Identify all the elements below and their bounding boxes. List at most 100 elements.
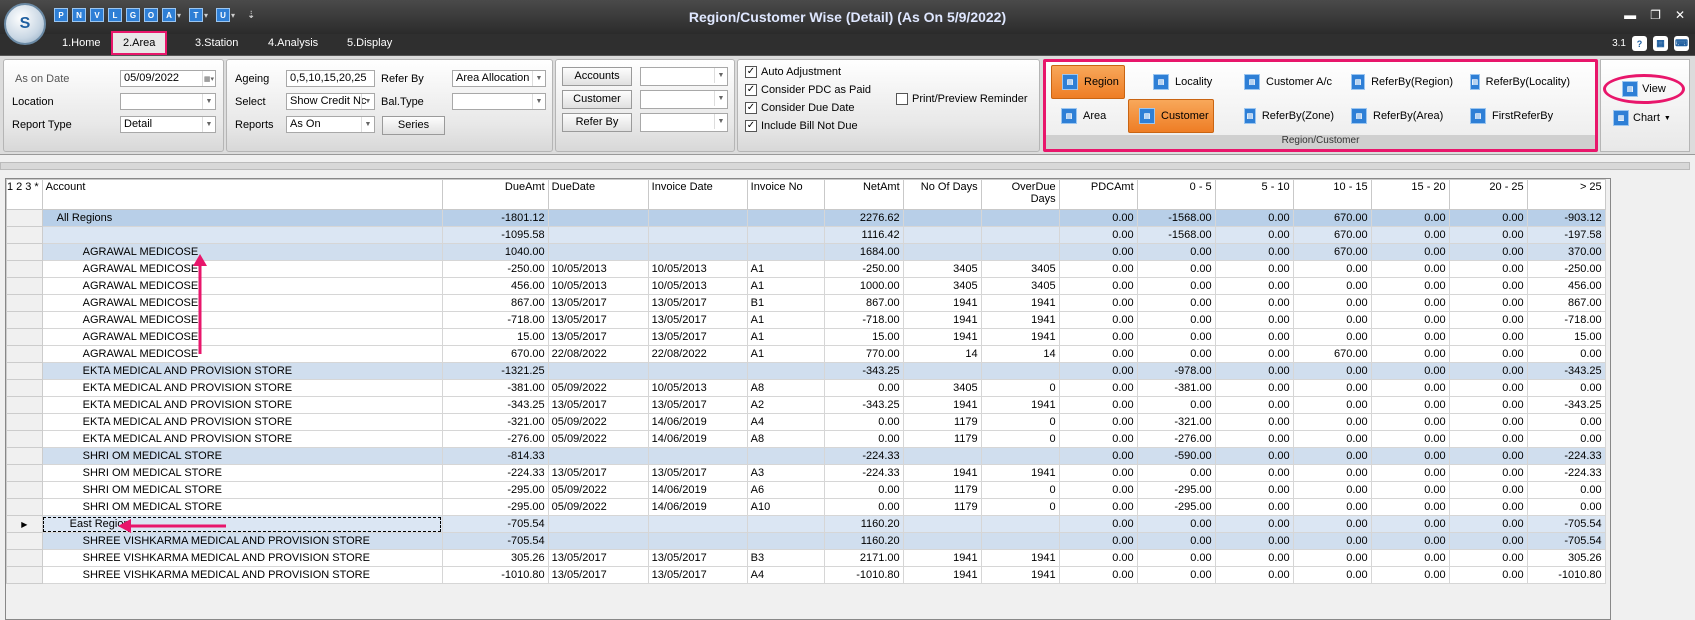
chevron-down-icon[interactable]: ▼ (714, 114, 727, 129)
bal-type-dropdown[interactable]: ▼ (452, 93, 546, 110)
keyboard-icon[interactable]: ⌨ (1674, 36, 1689, 51)
refer-by-button[interactable]: Refer By (562, 113, 632, 132)
chevron-down-icon[interactable]: ▼ (361, 94, 374, 109)
row-indicator[interactable] (6, 430, 43, 448)
row-indicator[interactable] (6, 209, 43, 227)
row-indicator[interactable] (6, 260, 43, 278)
row-indicator[interactable] (6, 362, 43, 380)
table-row[interactable]: SHREE VISHKARMA MEDICAL AND PROVISION ST… (6, 549, 1606, 567)
row-indicator[interactable] (6, 277, 43, 295)
column-header[interactable]: OverDue Days (980, 179, 1060, 210)
table-row[interactable]: AGRAWAL MEDICOSE 15.00 13/05/2017 13/05/201… (6, 328, 1606, 346)
column-header[interactable]: Invoice No (746, 179, 825, 210)
include-bill-checkbox[interactable]: ✓ Include Bill Not Due (745, 120, 858, 132)
rc-button-customer[interactable]: ▤ Customer (1128, 99, 1214, 133)
group-level-header[interactable]: 1 2 3 * (6, 179, 43, 210)
table-row[interactable]: SHRI OM MEDICAL STORE -295.00 05/09/2022 14… (6, 498, 1606, 516)
rc-button-referby-zone[interactable]: ▤ ReferBy(Zone) (1234, 99, 1334, 133)
group-level-button[interactable]: 2 (16, 181, 22, 193)
group-level-button[interactable]: * (34, 181, 38, 193)
row-indicator[interactable] (6, 294, 43, 312)
row-indicator[interactable] (6, 498, 43, 516)
restore-icon[interactable]: ❐ (1650, 8, 1661, 22)
column-header[interactable]: PDCAmt (1058, 179, 1138, 210)
chevron-down-icon[interactable]: ▼ (202, 117, 215, 132)
tab-station[interactable]: 3.Station (195, 37, 238, 49)
column-header[interactable]: DueAmt (441, 179, 549, 210)
row-indicator[interactable] (6, 481, 43, 499)
table-row[interactable]: AGRAWAL MEDICOSE -250.00 10/05/2013 10/05/2… (6, 260, 1606, 278)
column-header[interactable]: > 25 (1526, 179, 1606, 210)
table-row[interactable]: AGRAWAL MEDICOSE 670.00 22/08/2022 22/08/20… (6, 345, 1606, 363)
refer-by-dropdown[interactable]: Area Allocation ▼ (452, 70, 546, 87)
column-header[interactable]: 10 - 15 (1292, 179, 1372, 210)
rc-button-referby-region[interactable]: ▤ ReferBy(Region) (1341, 65, 1453, 99)
table-row[interactable]: ▶ East Region -705.54 1160.20 0.00 0.00 0.00 0.… (6, 515, 1606, 533)
splitter-bar[interactable] (0, 162, 1690, 170)
table-row[interactable]: EKTA MEDICAL AND PROVISION STORE -276.00 0… (6, 430, 1606, 448)
table-row[interactable]: SHRI OM MEDICAL STORE -295.00 05/09/2022 14… (6, 481, 1606, 499)
table-row[interactable]: EKTA MEDICAL AND PROVISION STORE -343.25 1… (6, 396, 1606, 414)
print-preview-checkbox[interactable]: Print/Preview Reminder (896, 93, 1028, 105)
column-header[interactable]: Account (41, 179, 443, 210)
chevron-down-icon[interactable]: ▼ (532, 71, 545, 86)
consider-pdc-checkbox[interactable]: ✓ Consider PDC as Paid (745, 84, 871, 96)
location-select[interactable]: ▼ (120, 93, 216, 110)
column-header[interactable]: 0 - 5 (1136, 179, 1216, 210)
table-row[interactable]: EKTA MEDICAL AND PROVISION STORE -321.00 0… (6, 413, 1606, 431)
table-row[interactable]: All Regions -1801.12 2276.62 0.00 -1568.00 0.… (6, 209, 1606, 227)
rc-button-locality[interactable]: ▤ Locality (1143, 65, 1215, 99)
customer-filter-button[interactable]: Customer (562, 90, 632, 109)
accounts-button[interactable]: Accounts (562, 67, 632, 86)
rc-button-region[interactable]: ▤ Region (1051, 65, 1125, 99)
table-row[interactable]: AGRAWAL MEDICOSE 867.00 13/05/2017 13/05/20… (6, 294, 1606, 312)
row-indicator[interactable] (6, 464, 43, 482)
row-indicator[interactable] (6, 328, 43, 346)
row-indicator[interactable] (6, 243, 43, 261)
chevron-down-icon[interactable]: ▼ (202, 94, 215, 109)
row-indicator[interactable] (6, 379, 43, 397)
row-indicator[interactable] (6, 447, 43, 465)
refer-by-filter-dropdown[interactable]: ▼ (640, 113, 728, 132)
series-button[interactable]: Series (382, 116, 445, 135)
as-on-date-field[interactable]: 05/09/2022 ▦▾ (120, 70, 216, 87)
table-row[interactable]: SHREE VISHKARMA MEDICAL AND PROVISION ST… (6, 566, 1606, 584)
column-header[interactable]: DueDate (547, 179, 649, 210)
calendar-icon[interactable]: ▦▾ (202, 71, 215, 86)
report-type-select[interactable]: Detail ▼ (120, 116, 216, 133)
rc-button-referby-area[interactable]: ▤ ReferBy(Area) (1341, 99, 1453, 133)
app-logo[interactable]: S (4, 3, 46, 45)
calculator-icon[interactable]: ▦ (1653, 36, 1668, 51)
tab-home[interactable]: 1.Home (62, 37, 101, 49)
column-header[interactable]: Invoice Date (647, 179, 748, 210)
column-header[interactable]: 5 - 10 (1214, 179, 1294, 210)
table-row[interactable]: EKTA MEDICAL AND PROVISION STORE -381.00 0… (6, 379, 1606, 397)
rc-button-firstreferby[interactable]: ▤ FirstReferBy (1460, 99, 1570, 133)
tab-area[interactable]: 2.Area (111, 31, 168, 55)
select-dropdown[interactable]: Show Credit Nc ▼ (286, 93, 375, 110)
rc-button-referby-locality[interactable]: ▤ ReferBy(Locality) (1460, 65, 1570, 99)
row-indicator[interactable] (6, 413, 43, 431)
column-header[interactable]: No Of Days (902, 179, 982, 210)
group-level-button[interactable]: 1 (7, 181, 13, 193)
help-icon[interactable]: ? (1632, 36, 1647, 51)
table-row[interactable]: AGRAWAL MEDICOSE -718.00 13/05/2017 13/05/2… (6, 311, 1606, 329)
tab-display[interactable]: 5.Display (347, 37, 392, 49)
chevron-down-icon[interactable]: ▼ (714, 91, 727, 106)
column-header[interactable]: NetAmt (823, 179, 904, 210)
column-header[interactable]: 20 - 25 (1448, 179, 1528, 210)
auto-adjustment-checkbox[interactable]: ✓ Auto Adjustment (745, 66, 841, 78)
row-indicator[interactable]: ▶ (6, 515, 43, 533)
table-row[interactable]: SHRI OM MEDICAL STORE -814.33 -224.33 0.00-… (6, 447, 1606, 465)
minimize-icon[interactable]: ▬ (1624, 8, 1636, 22)
rc-button-area[interactable]: ▤ Area (1051, 99, 1125, 133)
chevron-down-icon[interactable]: ▼ (361, 117, 374, 132)
table-row[interactable]: -1095.58 1116.42 0.00 -1568.00 0.00 670.00 0.0… (6, 226, 1606, 244)
close-icon[interactable]: ✕ (1675, 8, 1685, 22)
table-row[interactable]: SHREE VISHKARMA MEDICAL AND PROVISION ST… (6, 532, 1606, 550)
column-header[interactable]: 15 - 20 (1370, 179, 1450, 210)
chart-button[interactable]: ▥ Chart ▼ (1613, 110, 1671, 126)
group-level-button[interactable]: 3 (25, 181, 31, 193)
table-row[interactable]: AGRAWAL MEDICOSE 456.00 10/05/2013 10/05/20… (6, 277, 1606, 295)
chevron-down-icon[interactable]: ▼ (532, 94, 545, 109)
